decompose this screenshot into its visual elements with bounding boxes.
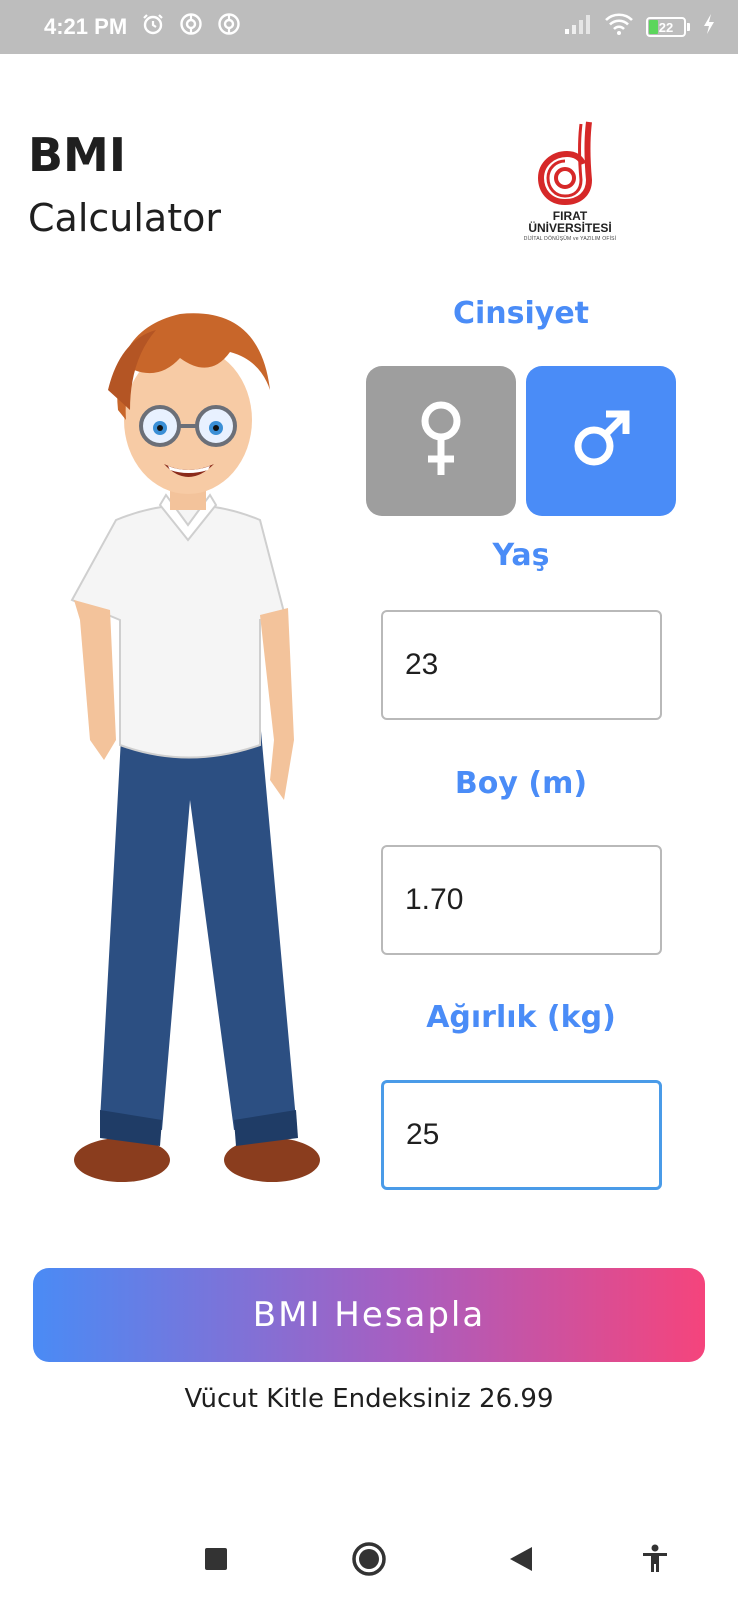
character-illustration bbox=[60, 300, 320, 1210]
calculate-bmi-button[interactable]: BMI Hesapla bbox=[33, 1268, 705, 1362]
status-time: 4:21 PM bbox=[44, 14, 128, 39]
battery-icon: 22 bbox=[646, 17, 690, 37]
logo-subtext: DİJİTAL DÖNÜŞÜM ve YAZILIM OFİSİ bbox=[523, 236, 617, 242]
male-icon bbox=[570, 408, 632, 474]
home-button[interactable] bbox=[342, 1534, 396, 1588]
weight-label: Ağırlık (kg) bbox=[426, 1000, 616, 1035]
bmi-result-text: Vücut Kitle Endeksiniz 26.99 bbox=[184, 1384, 554, 1414]
logo-text: FIRAT ÜNİVERSİTESİ bbox=[528, 209, 612, 235]
square-icon bbox=[204, 1547, 228, 1575]
age-input[interactable]: 23 bbox=[381, 610, 662, 720]
weight-value: 25 bbox=[406, 1118, 440, 1151]
female-icon bbox=[416, 399, 466, 483]
sync-icon bbox=[179, 12, 203, 42]
back-triangle-icon bbox=[508, 1545, 534, 1577]
sync-icon bbox=[217, 12, 241, 42]
status-bar: 4:21 PM 22 bbox=[0, 0, 738, 54]
app-subtitle: Calculator bbox=[28, 196, 221, 240]
wifi-icon bbox=[604, 12, 634, 42]
app-title: BMI bbox=[28, 128, 126, 182]
height-value: 1.70 bbox=[405, 883, 464, 916]
gender-male-button[interactable] bbox=[526, 366, 676, 516]
signal-icon bbox=[564, 13, 592, 41]
home-circle-icon bbox=[351, 1541, 387, 1581]
alarm-icon bbox=[141, 12, 165, 42]
gender-female-button[interactable] bbox=[366, 366, 516, 516]
system-nav-bar bbox=[0, 1520, 738, 1600]
gender-label: Cinsiyet bbox=[452, 296, 590, 331]
battery-level: 22 bbox=[658, 19, 674, 35]
age-value: 23 bbox=[405, 648, 439, 681]
logo-mark-icon bbox=[537, 121, 593, 206]
height-label: Boy (m) bbox=[454, 766, 588, 801]
height-input[interactable]: 1.70 bbox=[381, 845, 662, 955]
charging-icon bbox=[702, 13, 716, 41]
university-logo: FIRAT ÜNİVERSİTESİ DİJİTAL DÖNÜŞÜM ve YA… bbox=[510, 118, 630, 242]
weight-input[interactable]: 25 bbox=[381, 1080, 662, 1190]
accessibility-icon bbox=[641, 1544, 669, 1578]
accessibility-button[interactable] bbox=[628, 1534, 682, 1588]
back-button[interactable] bbox=[494, 1534, 548, 1588]
age-label: Yaş bbox=[492, 538, 550, 573]
recent-apps-button[interactable] bbox=[189, 1534, 243, 1588]
